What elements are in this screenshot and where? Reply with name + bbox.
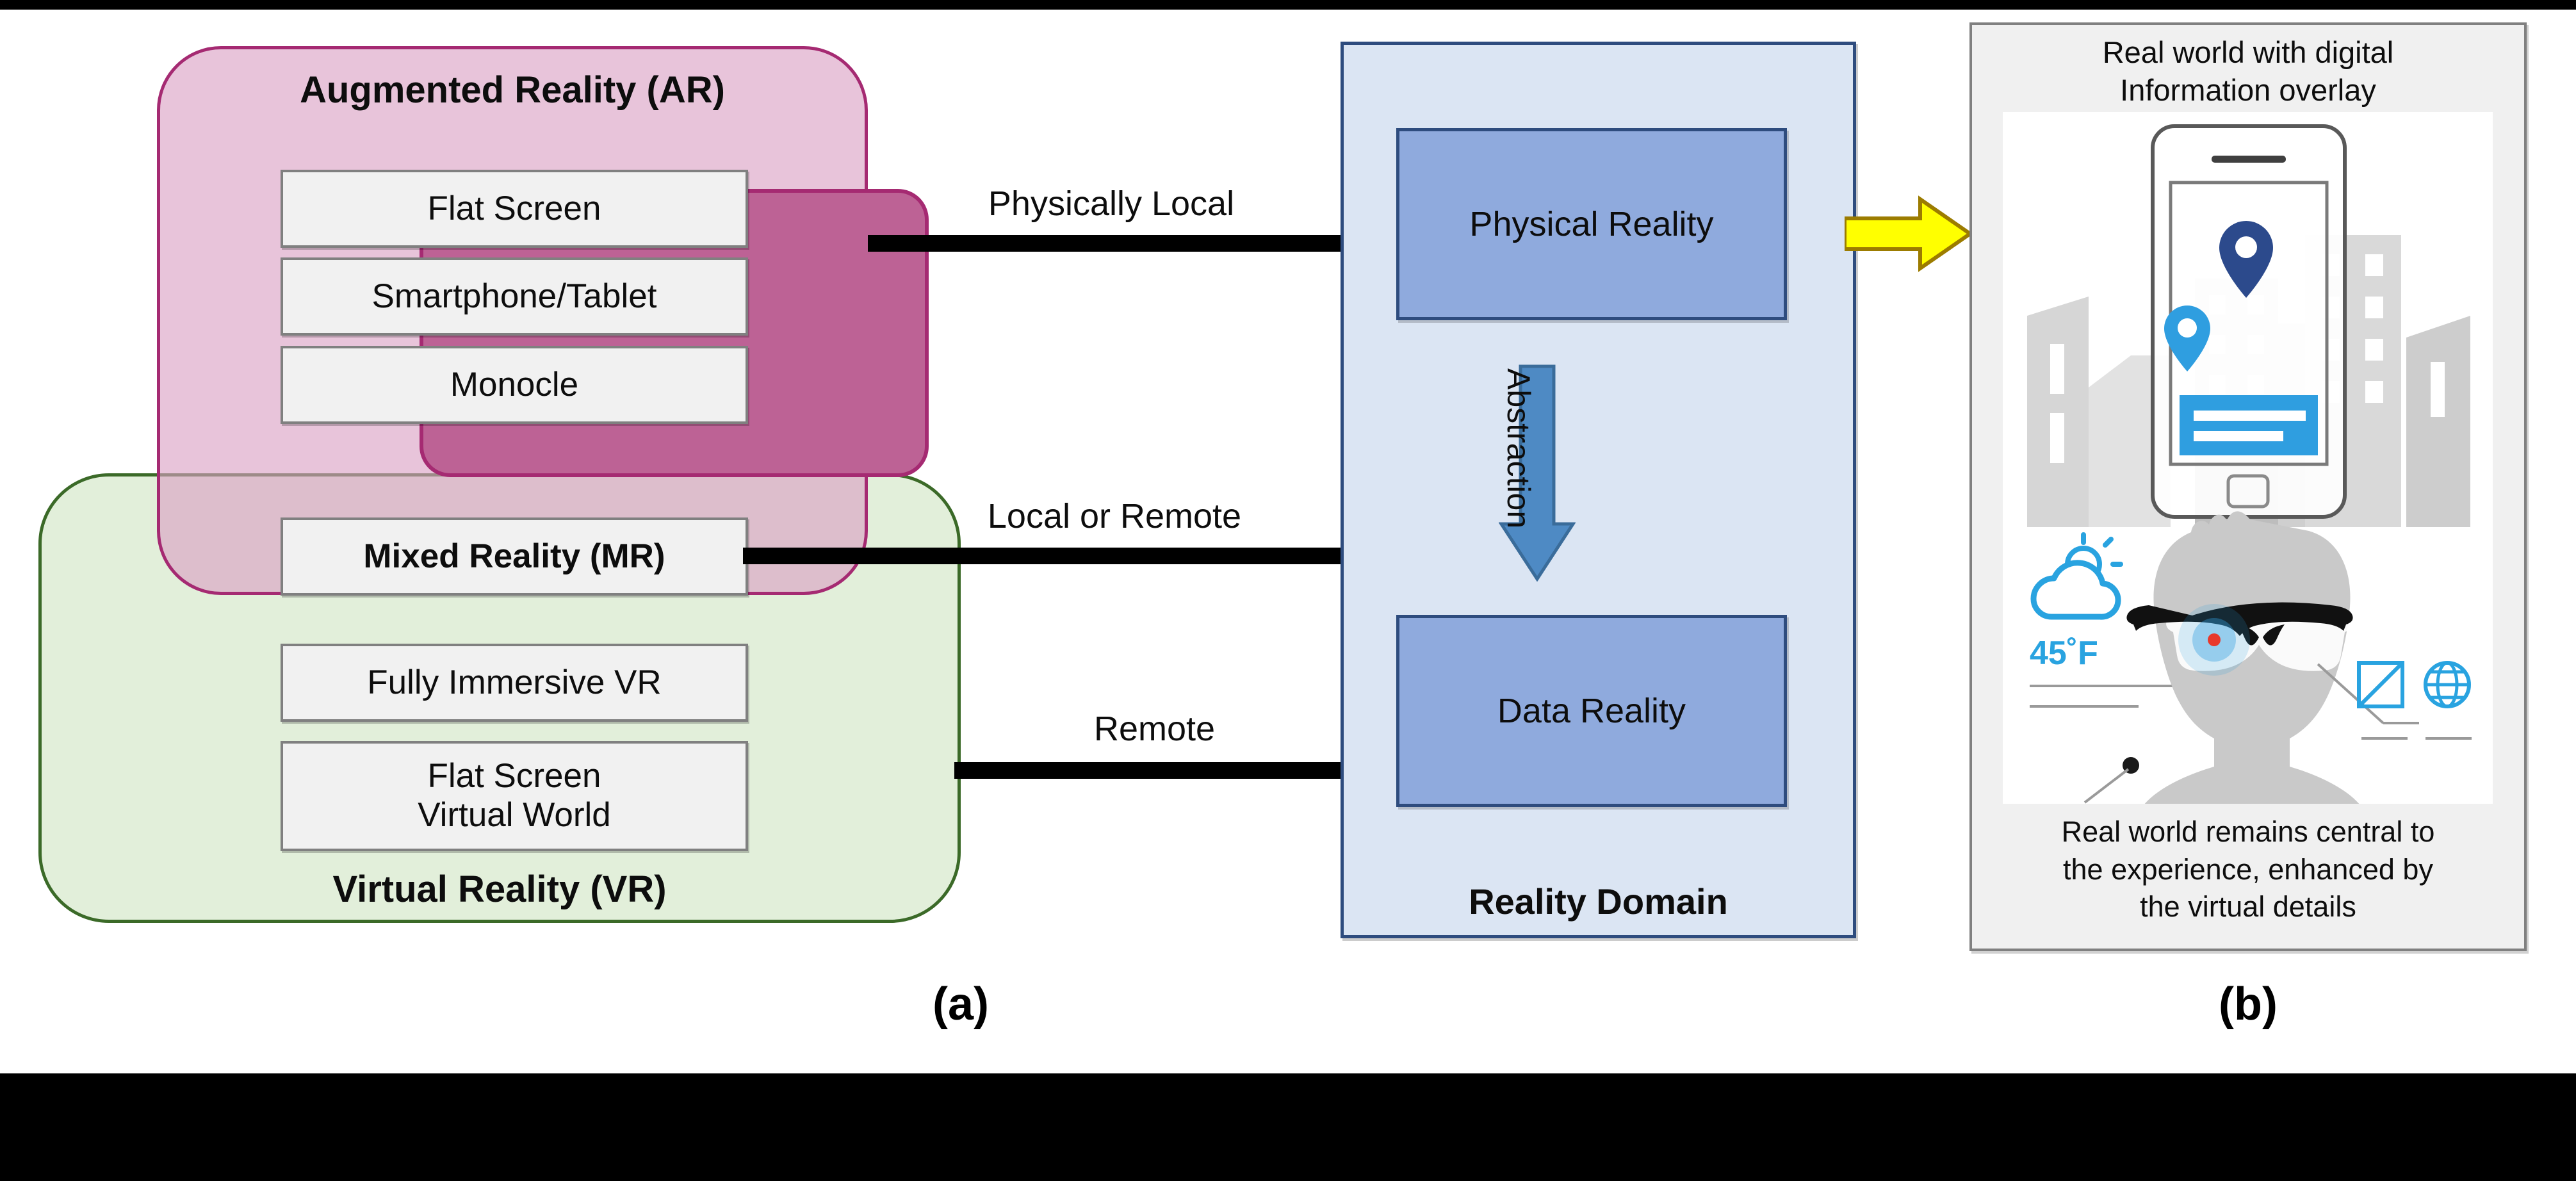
ar-group-title: Augmented Reality (AR) [300, 69, 725, 111]
panel-b-caption-bottom: Real world remains central to the experi… [2061, 815, 2435, 923]
connector-arrow-remote [954, 747, 1384, 794]
connector-arrow-physically-local [868, 220, 1384, 267]
output-arrow-icon [1845, 195, 1973, 272]
sensor-highlight-icon [2178, 604, 2250, 676]
panel-b-caption-top: Real world with digital Information over… [2102, 35, 2394, 107]
figure-label-a: (a) [933, 979, 989, 1030]
connector-label-remote: Remote [1093, 710, 1216, 748]
shared-item-mixed-reality[interactable]: Mixed Reality (MR) [281, 517, 748, 596]
vr-item-flat-screen-virtual-world[interactable]: Flat Screen Virtual World [281, 741, 748, 851]
ar-illustration: 45˚F [2003, 112, 2493, 804]
weather-temperature-text: 45˚F [2030, 635, 2098, 672]
ar-item-smartphone-tablet[interactable]: Smartphone/Tablet [281, 257, 748, 336]
figure-label-b: (b) [2219, 979, 2278, 1030]
panel-a: Augmented Reality (AR) Flat Screen Smart… [0, 10, 1384, 1073]
vr-group-title: Virtual Reality (VR) [332, 868, 667, 910]
reality-block-physical-reality[interactable]: Physical Reality [1396, 128, 1787, 320]
connector-arrow-local-or-remote [743, 532, 1384, 580]
reality-block-data-reality[interactable]: Data Reality [1396, 615, 1787, 807]
vr-item-fully-immersive-vr[interactable]: Fully Immersive VR [281, 644, 748, 722]
reality-domain-title: Reality Domain [1469, 881, 1728, 922]
ar-item-monocle[interactable]: Monocle [281, 346, 748, 424]
connector-label-local-or-remote: Local or Remote [987, 497, 1242, 535]
ar-item-flat-screen[interactable]: Flat Screen [281, 170, 748, 248]
abstraction-label: Abstraction [1501, 368, 1537, 529]
figure-canvas: Augmented Reality (AR) Flat Screen Smart… [0, 0, 2576, 1181]
white-backdrop: Augmented Reality (AR) Flat Screen Smart… [0, 10, 2576, 1073]
connector-label-physically-local: Physically Local [988, 184, 1235, 223]
